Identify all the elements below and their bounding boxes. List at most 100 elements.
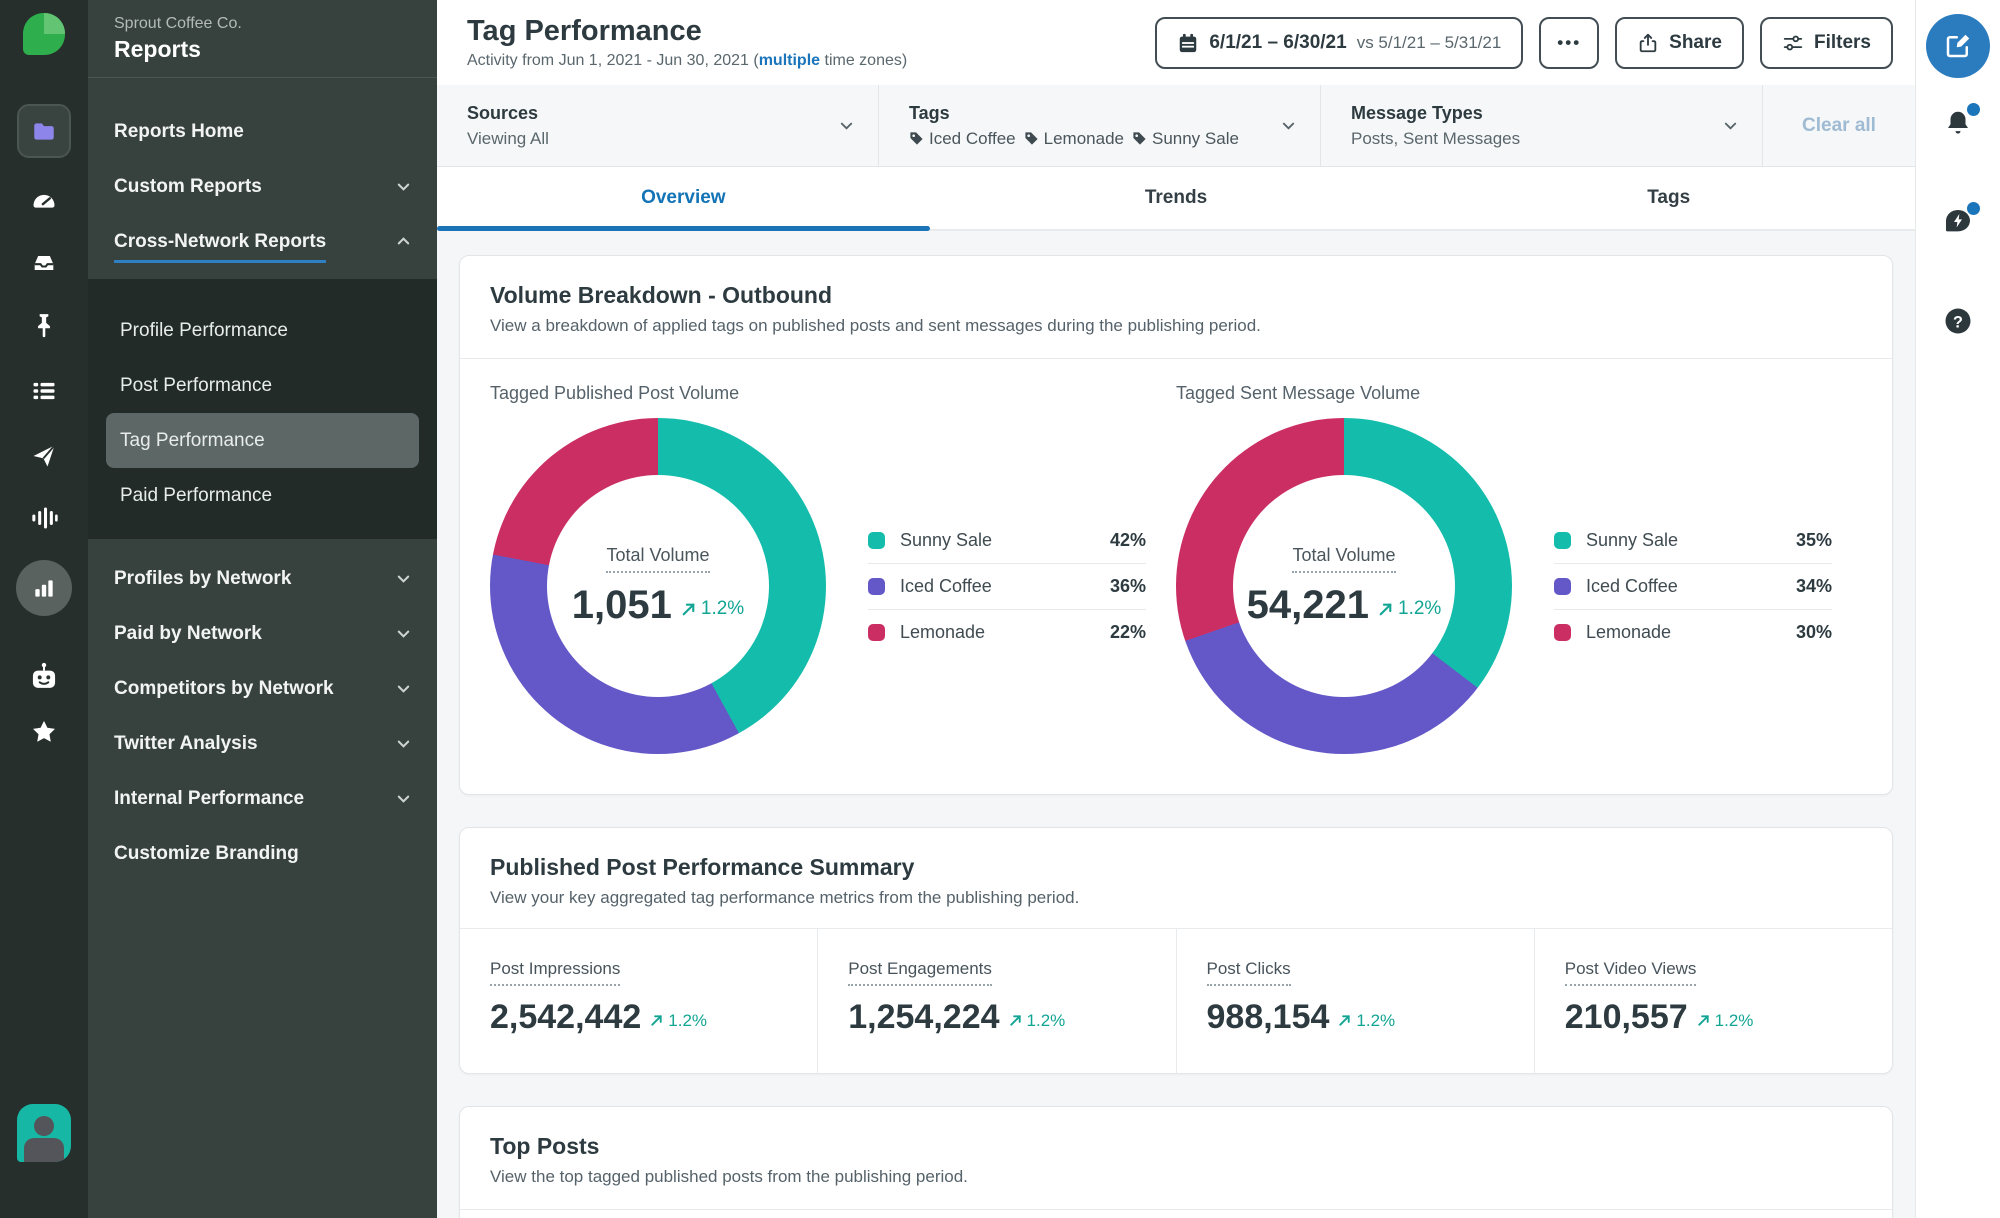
total-volume-label[interactable]: Total Volume	[606, 545, 710, 573]
sidebar-item-profiles-by-network[interactable]: Profiles by Network	[88, 551, 437, 606]
legend-row: Sunny Sale 35%	[1554, 517, 1832, 563]
sidebar-item-tag-performance[interactable]: Tag Performance	[106, 413, 419, 468]
avatar-silhouette-head	[34, 1116, 54, 1136]
star-icon[interactable]	[30, 718, 58, 746]
share-button[interactable]: Share	[1615, 16, 1744, 69]
sidebar-item-paid-performance[interactable]: Paid Performance	[106, 468, 419, 523]
sent-message-volume-chart: Tagged Sent Message Volume Total Volume …	[1176, 383, 1862, 754]
messages-button[interactable]	[1941, 202, 1980, 239]
tag-chip: Lemonade	[1024, 129, 1124, 149]
ellipsis-icon: •••	[1557, 32, 1582, 52]
filters-icon	[1783, 35, 1803, 50]
message-types-value: Posts, Sent Messages	[1351, 128, 1521, 148]
tab-trends[interactable]: Trends	[930, 167, 1423, 229]
volume-breakdown-card: Volume Breakdown - Outbound View a break…	[459, 255, 1893, 795]
user-avatar[interactable]	[17, 1104, 71, 1162]
tag-chip: Iced Coffee	[909, 129, 1016, 149]
tab-overview[interactable]: Overview	[437, 167, 930, 231]
sidebar-item-twitter-analysis[interactable]: Twitter Analysis	[88, 716, 437, 771]
more-options-button[interactable]: •••	[1539, 16, 1600, 69]
donut-chart-published-posts: Total Volume 1,051 1.2%	[490, 418, 826, 754]
main-content: Tag Performance Activity from Jun 1, 202…	[437, 0, 1915, 1218]
avatar-silhouette-body	[24, 1138, 64, 1162]
legend-row: Iced Coffee 34%	[1554, 563, 1832, 609]
chevron-up-icon	[397, 237, 410, 245]
notification-dot	[1967, 103, 1980, 116]
arrow-up-right-icon	[1379, 603, 1392, 615]
sidebar-title: Reports	[114, 36, 201, 62]
arrow-up-right-icon	[1009, 1015, 1021, 1026]
bar-chart-icon[interactable]	[16, 560, 72, 616]
metric-label[interactable]: Post Clicks	[1206, 959, 1291, 986]
legend-row: Lemonade 30%	[1554, 609, 1832, 655]
performance-summary-card: Published Post Performance Summary View …	[459, 827, 1893, 1074]
metric-post-clicks: Post Clicks 988,154 1.2%	[1175, 929, 1534, 1073]
notifications-button[interactable]	[1941, 103, 1980, 140]
legend-swatch	[868, 531, 885, 549]
volume-card-title: Volume Breakdown - Outbound	[490, 282, 833, 308]
total-volume-value: 1,051	[571, 582, 672, 627]
clear-all-button[interactable]: Clear all	[1763, 85, 1915, 166]
sidebar-nav-bottom: Profiles by Network Paid by Network Comp…	[88, 539, 437, 881]
tag-icon	[910, 132, 923, 145]
legend-row: Sunny Sale 42%	[868, 517, 1146, 563]
question-icon: ?	[1945, 308, 1971, 334]
volume-card-description: View a breakdown of applied tags on publ…	[490, 316, 1261, 335]
multiple-timezones-link[interactable]: multiple	[759, 52, 820, 69]
filter-tags[interactable]: Tags Iced Coffee Lemonade Sunny Sale	[879, 85, 1321, 166]
legend-swatch	[868, 624, 885, 641]
account-name: Sprout Coffee Co.	[114, 15, 242, 32]
sidebar-item-custom-reports[interactable]: Custom Reports	[88, 159, 437, 214]
filter-message-types[interactable]: Message Types Posts, Sent Messages	[1321, 85, 1763, 166]
notification-dot	[1967, 202, 1980, 215]
sidebar-item-reports-home[interactable]: Reports Home	[88, 104, 437, 159]
chevron-down-icon	[1282, 122, 1295, 130]
filters-button[interactable]: Filters	[1759, 16, 1893, 69]
filter-sources[interactable]: Sources Viewing All	[437, 85, 879, 166]
waveform-icon[interactable]	[30, 504, 58, 532]
metric-label[interactable]: Post Impressions	[490, 959, 621, 986]
sidebar-item-paid-by-network[interactable]: Paid by Network	[88, 606, 437, 661]
sidebar-item-internal-performance[interactable]: Internal Performance	[88, 771, 437, 826]
sources-value: Viewing All	[467, 128, 549, 148]
metric-label[interactable]: Post Engagements	[848, 959, 992, 986]
tag-icon	[1133, 132, 1146, 145]
page-subtitle: Activity from Jun 1, 2021 - Jun 30, 2021…	[467, 52, 908, 69]
metric-post-impressions: Post Impressions 2,542,442 1.2%	[460, 929, 817, 1073]
pin-icon[interactable]	[31, 312, 57, 338]
dashboard-icon[interactable]	[30, 189, 58, 217]
date-range-text: 6/1/21 – 6/30/21	[1209, 31, 1347, 53]
arrow-up-right-icon	[1339, 1015, 1351, 1026]
account-block: Sprout Coffee Co. Reports	[88, 0, 437, 78]
metric-post-video-views: Post Video Views 210,557 1.2%	[1533, 929, 1892, 1073]
sidebar-item-post-performance[interactable]: Post Performance	[106, 358, 419, 413]
reports-folder-icon[interactable]	[17, 104, 71, 158]
page-title: Tag Performance	[467, 15, 702, 47]
total-volume-label[interactable]: Total Volume	[1292, 545, 1396, 573]
compose-button[interactable]	[1926, 14, 1990, 78]
date-range-button[interactable]: 6/1/21 – 6/30/21 vs 5/1/21 – 5/31/21	[1155, 16, 1524, 69]
sidebar-item-competitors-by-network[interactable]: Competitors by Network	[88, 661, 437, 716]
page-header: Tag Performance Activity from Jun 1, 202…	[437, 0, 1915, 85]
legend-swatch	[868, 578, 885, 595]
metric-label[interactable]: Post Video Views	[1564, 959, 1697, 986]
paper-plane-icon[interactable]	[30, 442, 58, 470]
top-posts-description: View the top tagged published posts from…	[490, 1167, 968, 1186]
delta-badge: 1.2%	[1377, 598, 1441, 620]
chart-legend: Sunny Sale 35% Iced Coffee 34% Lemonade 30%	[1554, 517, 1832, 655]
inbox-icon[interactable]	[30, 249, 58, 277]
sidebar-item-cross-network-reports[interactable]: Cross-Network Reports	[88, 214, 437, 269]
sidebar-item-customize-branding[interactable]: Customize Branding	[88, 826, 437, 881]
top-posts-title: Top Posts	[490, 1133, 600, 1159]
compose-pencil-icon	[1946, 34, 1970, 58]
donut-chart-sent-messages: Total Volume 54,221 1.2%	[1176, 418, 1512, 754]
chart-subtitle: Tagged Published Post Volume	[490, 383, 740, 403]
help-button[interactable]: ?	[1941, 304, 1975, 338]
filter-bar: Sources Viewing All Tags Iced Coffee Lem…	[437, 85, 1915, 167]
sprout-logo-icon	[20, 10, 68, 58]
list-icon[interactable]	[30, 377, 58, 405]
robot-icon[interactable]	[29, 662, 59, 694]
sidebar-item-profile-performance[interactable]: Profile Performance	[106, 303, 419, 358]
chevron-down-icon	[397, 795, 410, 803]
tab-tags[interactable]: Tags	[1422, 167, 1915, 229]
